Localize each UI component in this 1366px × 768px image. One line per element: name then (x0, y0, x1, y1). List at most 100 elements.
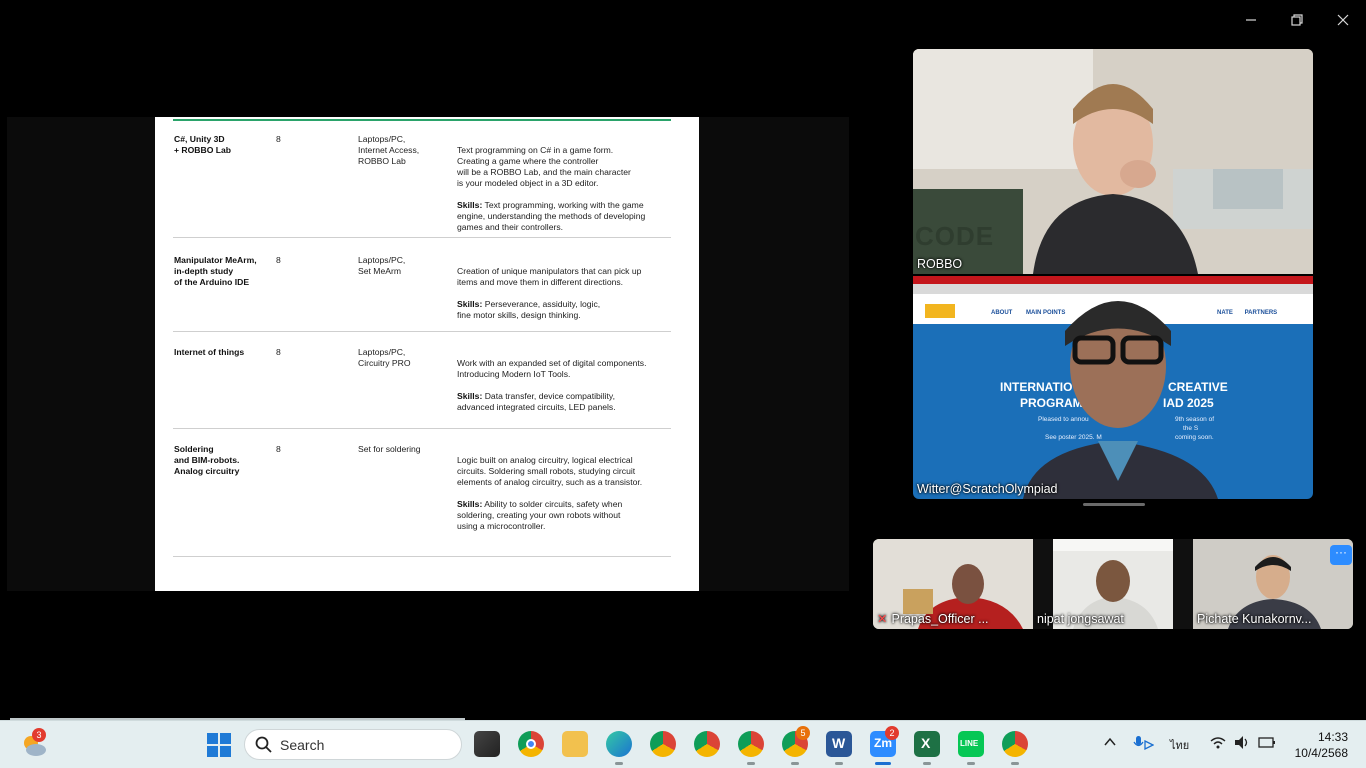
mic-tray-button[interactable] (1132, 736, 1155, 753)
row-divider (173, 556, 671, 557)
taskbar-app-chrome[interactable] (518, 731, 544, 757)
course-hours: 8 (276, 347, 281, 357)
panel-resize-handle[interactable] (1083, 503, 1145, 506)
show-hidden-icons-button[interactable] (1104, 736, 1116, 751)
video-tile-pichate[interactable]: Pichate Kunakornv... (1193, 539, 1353, 629)
taskbar-app-word[interactable]: W (826, 731, 852, 757)
description-text: Work with an expanded set of digital com… (457, 358, 647, 379)
more-options-button[interactable]: ··· (1330, 545, 1352, 565)
course-description: Creation of unique manipulators that can… (457, 255, 669, 332)
course-equipment: Laptops/PC, Circuitry PRO (358, 347, 411, 368)
course-name: Manipulator MeArm, in-depth study of the… (174, 255, 257, 287)
row-divider (173, 331, 671, 332)
running-indicator (967, 762, 975, 765)
windows-taskbar (0, 720, 1366, 768)
taskbar-app-chrome-profile-3[interactable] (738, 731, 764, 757)
course-description: Text programming on C# in a game form. C… (457, 134, 669, 244)
battery-icon (1258, 737, 1275, 748)
close-button[interactable] (1323, 6, 1363, 34)
course-hours: 8 (276, 134, 281, 144)
course-name: Soldering and BIM-robots. Analog circuit… (174, 444, 240, 476)
running-indicator-active (875, 762, 891, 765)
skills-label: Skills: (457, 499, 483, 509)
running-indicator (791, 762, 799, 765)
chrome-icon-center (526, 739, 536, 749)
weather-badge: 3 (32, 728, 46, 742)
skills-label: Skills: (457, 200, 483, 210)
course-hours: 8 (276, 255, 281, 265)
skills-text: Skills: Ability to solder circuits, safe… (457, 499, 669, 532)
restore-button[interactable] (1277, 6, 1317, 34)
line-icon: LINE (960, 739, 979, 748)
taskbar-app-chrome-profile-1[interactable] (650, 731, 676, 757)
skills-text: Skills: Text programming, working with t… (457, 200, 669, 233)
volume-tray-button[interactable] (1234, 736, 1250, 752)
slide-top-rule (173, 119, 671, 121)
course-description: Logic built on analog circuitry, logical… (457, 444, 669, 543)
course-name: Internet of things (174, 347, 245, 357)
restore-icon (1291, 14, 1303, 26)
course-equipment: Set for soldering (358, 444, 421, 454)
system-clock[interactable]: 14:33 10/4/2568 (1290, 729, 1348, 761)
taskbar-search[interactable]: Search (244, 729, 462, 760)
taskbar-app-task-view[interactable] (474, 731, 500, 757)
participant-name: Witter@ScratchOlympiad (917, 482, 1058, 496)
mic-muted-icon: ✕ (877, 612, 888, 626)
windows-logo-icon (207, 733, 231, 757)
battery-tray-button[interactable] (1258, 736, 1276, 752)
shared-screen[interactable]: C#, Unity 3D + ROBBO Lab 8 Laptops/PC, I… (7, 117, 849, 591)
skills-label: Skills: (457, 391, 483, 401)
weather-widget[interactable]: 3 (20, 728, 48, 759)
chevron-up-icon (1104, 737, 1116, 746)
input-language[interactable]: ไทย (1170, 736, 1189, 754)
taskbar-app-zoom[interactable]: Zm 2 (870, 726, 899, 757)
skills-value: Text programming, working with the game … (457, 200, 646, 232)
participant-name: Pichate Kunakornv... (1197, 612, 1312, 626)
skills-text: Skills: Data transfer, device compatibil… (457, 391, 669, 413)
participant-name: nipat jongsawat (1037, 612, 1124, 626)
excel-icon: X (921, 735, 931, 751)
video-tile-robbo[interactable]: CODE ROBBO (913, 49, 1313, 274)
word-icon: W (832, 735, 846, 751)
course-name: C#, Unity 3D + ROBBO Lab (174, 134, 232, 155)
start-button[interactable] (207, 733, 231, 757)
taskbar-app-excel[interactable]: X (914, 731, 940, 757)
course-equipment: Laptops/PC, Set MeArm (358, 255, 406, 276)
running-indicator (835, 762, 843, 765)
clock-date: 10/4/2568 (1294, 746, 1348, 760)
wifi-icon (1210, 737, 1226, 749)
video-tile-witter[interactable]: ABOUT MAIN POINTS NATE PARTNERS INTERNAT… (913, 276, 1313, 499)
taskbar-app-edge[interactable] (606, 731, 632, 757)
close-icon (1337, 14, 1349, 26)
taskbar-app-chrome-profile-2[interactable] (694, 731, 720, 757)
video-tile-prapas[interactable]: ✕ Prapas_Officer ... (873, 539, 1033, 629)
description-text: Creation of unique manipulators that can… (457, 266, 642, 287)
participant-name: ✕ Prapas_Officer ... (877, 611, 989, 626)
minimize-button[interactable] (1231, 6, 1271, 34)
clock-time: 14:33 (1317, 730, 1348, 744)
description-text: Logic built on analog circuitry, logical… (457, 455, 643, 487)
presenter-silhouette (1023, 301, 1218, 499)
taskbar-app-line[interactable]: LINE (958, 731, 984, 757)
course-equipment: Laptops/PC, Internet Access, ROBBO Lab (358, 134, 420, 166)
wifi-tray-button[interactable] (1210, 736, 1226, 752)
skills-value: Ability to solder circuits, safety when … (457, 499, 623, 531)
volume-icon (1235, 736, 1248, 749)
participant-name-text: Prapas_Officer ... (891, 612, 989, 626)
taskbar-app-chrome-profile-5[interactable] (1002, 731, 1028, 757)
row-divider (173, 428, 671, 429)
skills-text: Skills: Perseverance, assiduity, logic, … (457, 299, 669, 321)
presentation-slide: C#, Unity 3D + ROBBO Lab 8 Laptops/PC, I… (155, 117, 699, 591)
taskbar-app-chrome-profile-4[interactable]: 5 (782, 726, 810, 757)
minimize-icon (1246, 19, 1256, 21)
microphone-icon (1133, 736, 1155, 751)
running-indicator (923, 762, 931, 765)
taskbar-app-file-explorer[interactable] (562, 731, 588, 757)
row-divider (173, 237, 671, 238)
zoom-meeting-window: C#, Unity 3D + ROBBO Lab 8 Laptops/PC, I… (0, 0, 1366, 720)
zoom-badge: 2 (885, 726, 899, 740)
course-description: Work with an expanded set of digital com… (457, 347, 669, 424)
video-tile-nipat[interactable]: nipat jongsawat (1033, 539, 1193, 629)
description-text: Text programming on C# in a game form. C… (457, 145, 631, 188)
search-placeholder: Search (280, 737, 325, 753)
